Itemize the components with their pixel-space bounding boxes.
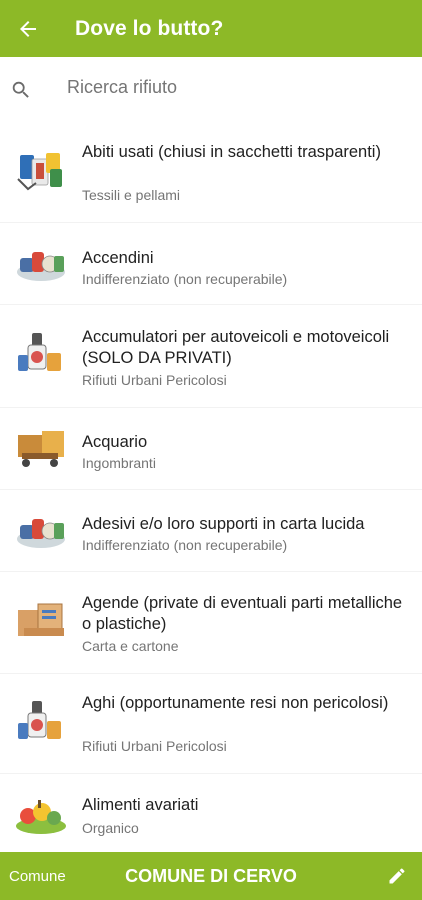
item-category: Ingombranti <box>82 455 156 471</box>
item-name: Accendini <box>82 249 154 267</box>
item-category: Rifiuti Urbani Pericolosi <box>82 738 227 754</box>
search-bar <box>0 57 422 121</box>
search-icon <box>12 81 29 98</box>
bottom-bar: Comune COMUNE DI CERVO <box>0 852 422 900</box>
item-name: Agende (private di eventuali parti metal… <box>82 594 403 633</box>
waste-list: Abiti usati (chiusi in sacchetti traspar… <box>0 121 422 852</box>
list-item[interactable]: Abiti usati (chiusi in sacchetti traspar… <box>0 121 422 222</box>
item-category: Indifferenziato (non recuperabile) <box>82 537 288 553</box>
list-item[interactable]: Aghi (opportunamente resi non pericolosi… <box>0 674 422 773</box>
item-category: Organico <box>82 820 139 836</box>
list-item[interactable]: Alimenti avariati Organico <box>0 774 422 852</box>
hazardous-waste-icon <box>18 333 61 371</box>
list-item[interactable]: Accendini Indifferenziato (non recuperab… <box>0 223 422 304</box>
city-name[interactable]: COMUNE DI CERVO <box>0 866 422 887</box>
bulky-waste-icon <box>18 431 64 467</box>
list-item[interactable]: Accumulatori per autoveicoli e motoveico… <box>0 305 422 407</box>
item-category: Tessili e pellami <box>82 187 181 203</box>
pencil-icon[interactable] <box>387 866 407 886</box>
page-title: Dove lo butto? <box>75 16 224 40</box>
paper-cardboard-icon <box>18 603 64 636</box>
item-name: Alimenti avariati <box>82 796 199 814</box>
search-input[interactable] <box>67 77 387 98</box>
item-name: Acquario <box>82 433 148 451</box>
item-category: Indifferenziato (non recuperabile) <box>82 271 288 287</box>
item-category: Carta e cartone <box>82 638 179 654</box>
hazardous-waste-icon <box>18 701 61 739</box>
textiles-icon <box>17 153 62 191</box>
unsorted-waste-icon <box>17 252 65 281</box>
item-category: Rifiuti Urbani Pericolosi <box>82 372 227 388</box>
item-name: Abiti usati (chiusi in sacchetti traspar… <box>82 143 381 161</box>
list-item[interactable]: Adesivi e/o loro supporti in carta lucid… <box>0 490 422 571</box>
arrow-back-icon <box>20 20 36 37</box>
organic-waste-icon <box>16 800 66 834</box>
unsorted-waste-icon <box>17 519 65 548</box>
app-bar: Dove lo butto? <box>0 0 422 57</box>
item-name: Adesivi e/o loro supporti in carta lucid… <box>82 515 365 533</box>
list-item[interactable]: Acquario Ingombranti <box>0 408 422 489</box>
back-button[interactable] <box>2 0 54 57</box>
item-name: Aghi (opportunamente resi non pericolosi… <box>82 694 389 712</box>
item-name: Accumulatori per autoveicoli e motoveico… <box>82 328 390 367</box>
list-item[interactable]: Agende (private di eventuali parti metal… <box>0 572 422 673</box>
